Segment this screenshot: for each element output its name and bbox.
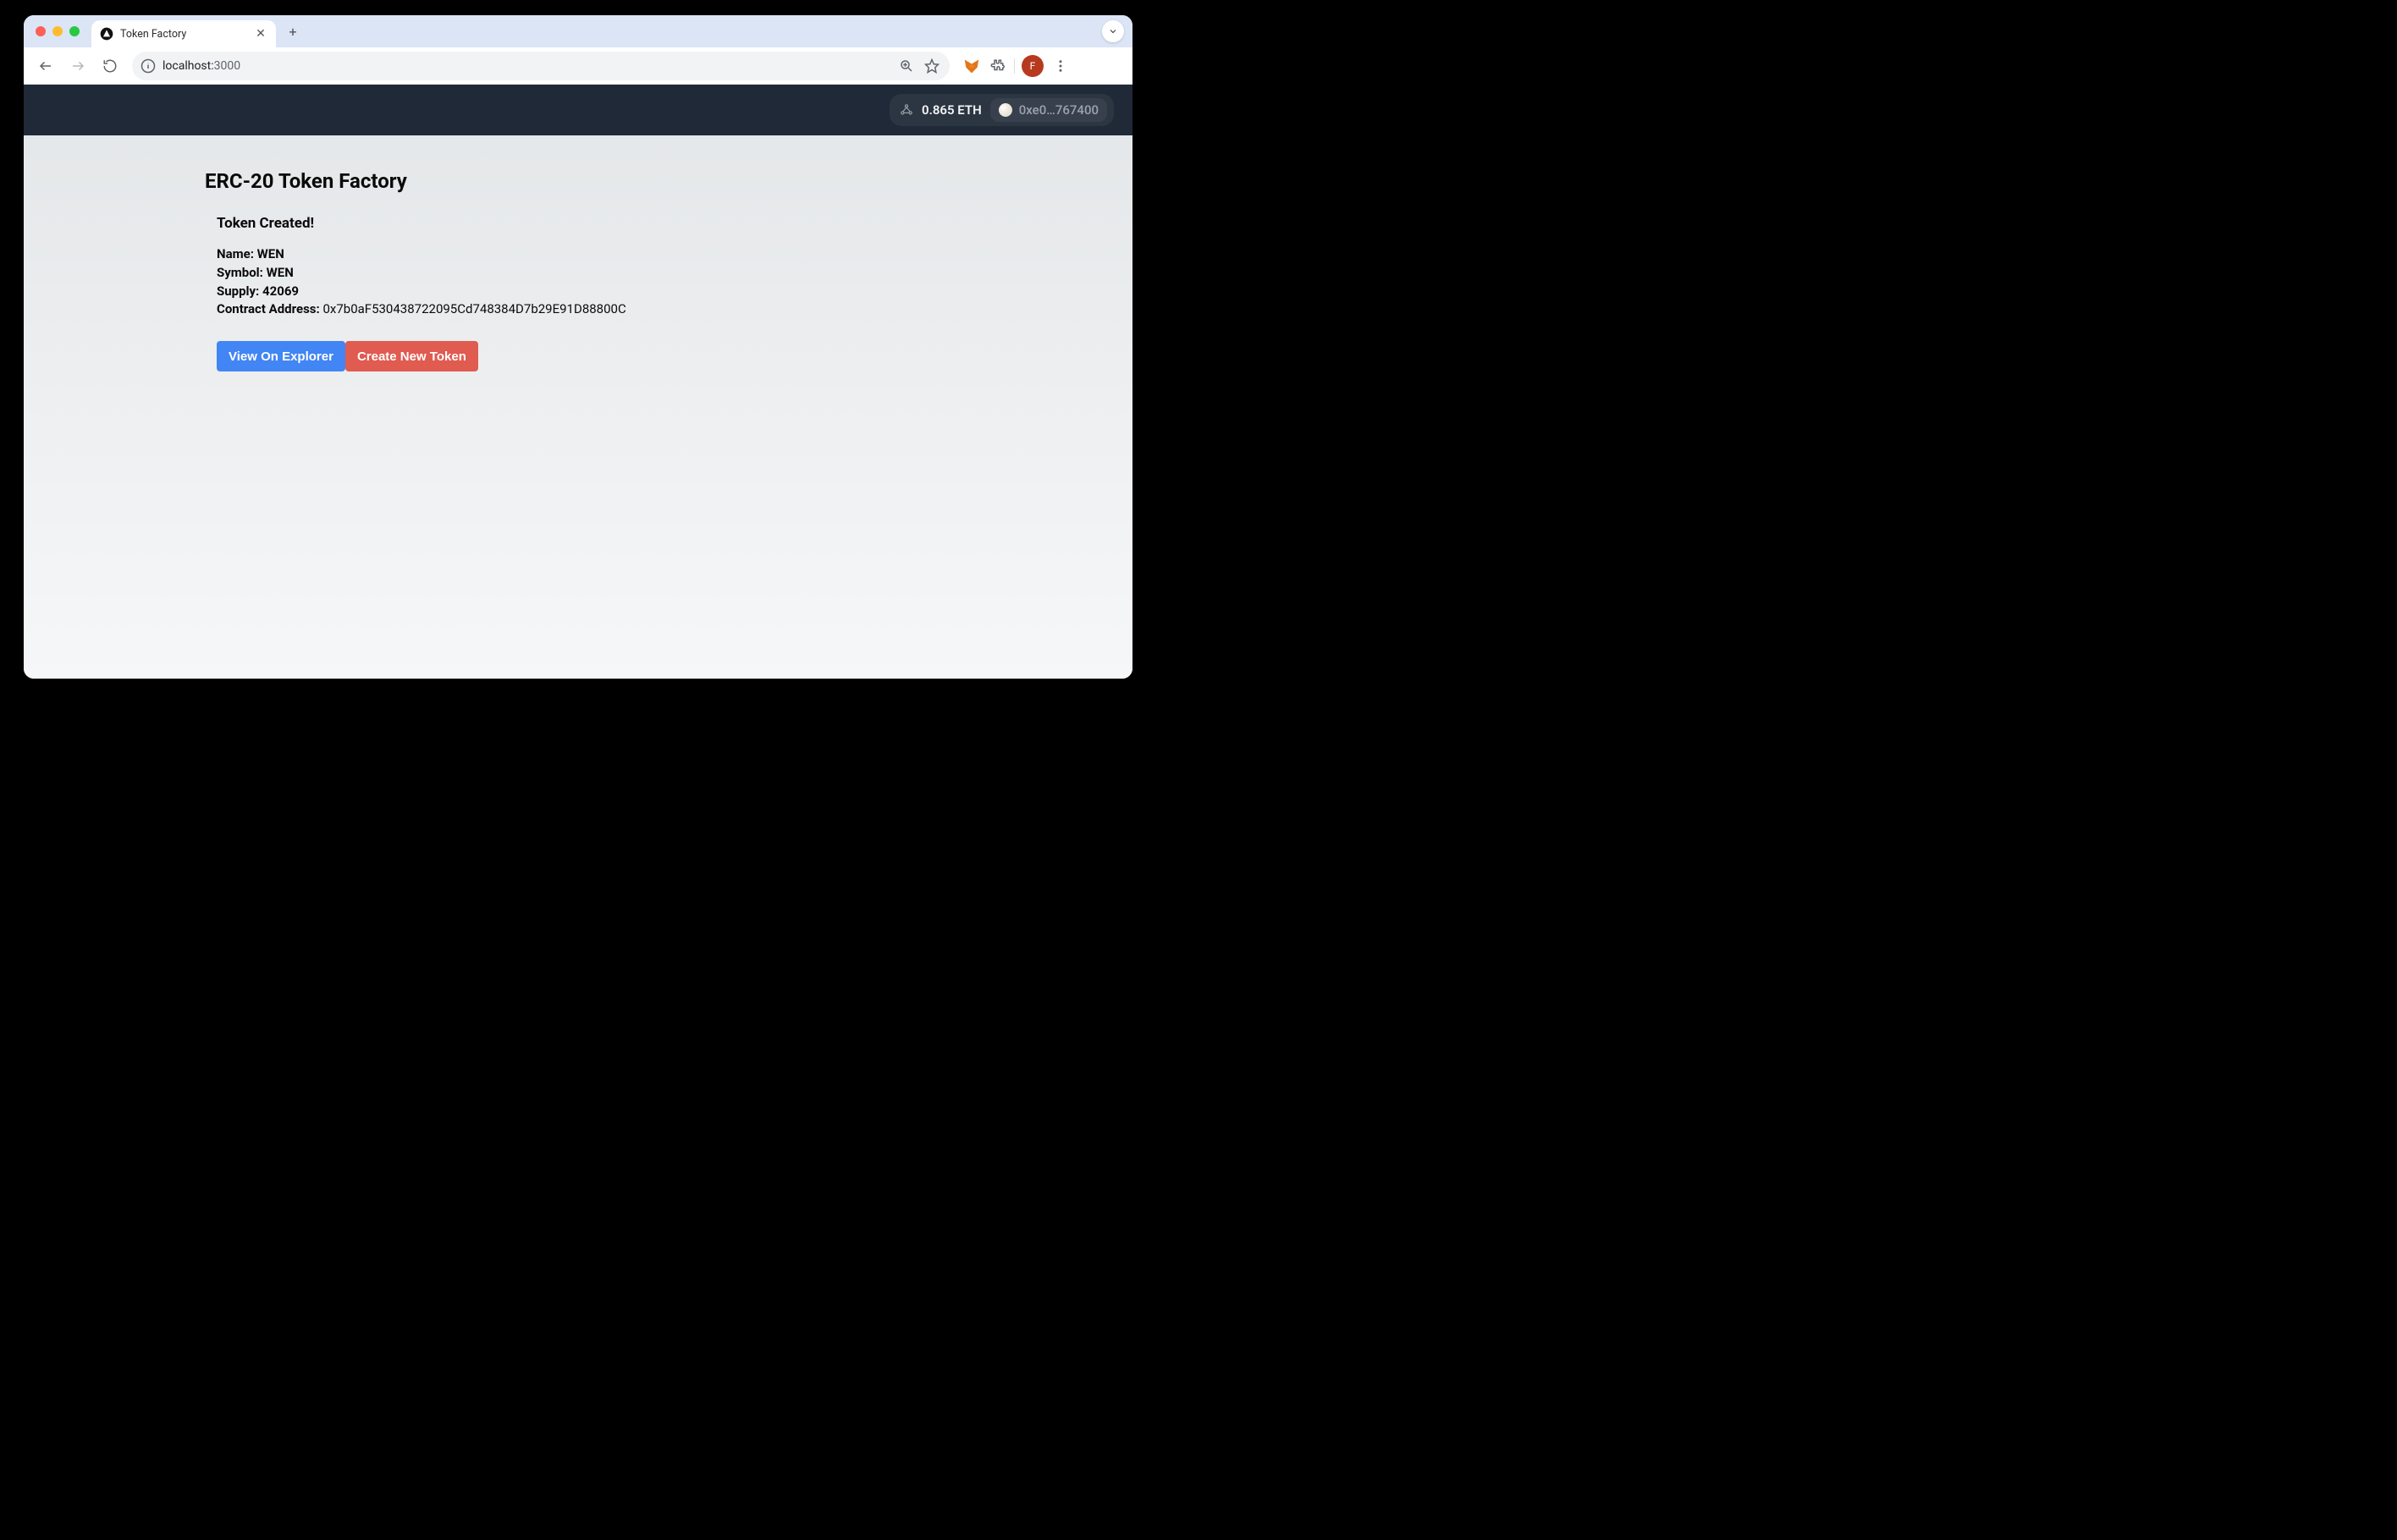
bookmark-icon[interactable] [923,57,941,75]
token-created-card: Token Created! Name: WEN Symbol: WEN Sup… [205,215,899,371]
kebab-menu-icon[interactable] [1050,56,1071,76]
browser-window: Token Factory ✕ + localhost:3000 [24,15,1132,679]
window-zoom-button[interactable] [69,26,80,36]
wallet-address: 0xe0…767400 [1019,102,1099,118]
wallet-connect-button[interactable]: 0.865 ETH 0xe0…767400 [890,94,1114,126]
url-host: localhost: [163,59,214,73]
token-contract-label: Contract Address: [217,301,320,316]
token-contract-value: 0x7b0aF530438722095Cd748384D7b29E91D8880… [322,301,625,316]
tab-title: Token Factory [120,28,247,41]
extensions-icon[interactable] [987,56,1007,76]
token-name-label: Name: [217,246,254,261]
tab-search-button[interactable] [1102,20,1124,42]
view-on-explorer-button[interactable]: View On Explorer [217,341,345,371]
wallet-balance: 0.865 ETH [922,102,982,118]
token-symbol-label: Symbol: [217,265,263,280]
network-icon [900,103,913,117]
dapp-header: 0.865 ETH 0xe0…767400 [24,85,1132,135]
url-text: localhost:3000 [163,59,240,73]
token-symbol-row: Symbol: WEN [217,264,899,283]
back-button[interactable] [32,52,59,80]
tab-bar: Token Factory ✕ + [24,15,1132,47]
browser-tab[interactable]: Token Factory ✕ [91,20,276,47]
token-name-row: Name: WEN [217,245,899,264]
zoom-icon[interactable] [897,57,916,75]
site-info-icon[interactable] [141,58,156,74]
new-tab-button[interactable]: + [281,19,305,43]
window-controls [36,26,80,36]
wallet-avatar-icon [999,103,1012,117]
token-supply-value: 42069 [262,283,299,299]
token-supply-label: Supply: [217,283,259,299]
create-new-token-button[interactable]: Create New Token [345,341,478,371]
main-container: ERC-20 Token Factory Token Created! Name… [205,169,899,371]
url-path: 3000 [214,59,240,73]
metamask-icon[interactable] [963,58,980,74]
browser-toolbar: localhost:3000 F [24,47,1132,85]
wallet-address-chip[interactable]: 0xe0…767400 [990,98,1107,122]
token-created-heading: Token Created! [217,215,899,232]
token-name-value: WEN [257,246,284,261]
profile-avatar[interactable]: F [1022,55,1044,77]
page-content: 0.865 ETH 0xe0…767400 ERC-20 Token Facto… [24,85,1132,679]
window-close-button[interactable] [36,26,46,36]
forward-button[interactable] [64,52,91,80]
extension-icons: F [963,55,1071,77]
toolbar-divider [1014,58,1015,74]
close-tab-icon[interactable]: ✕ [254,27,267,41]
tab-favicon [100,27,113,41]
window-minimize-button[interactable] [52,26,63,36]
page-body: ERC-20 Token Factory Token Created! Name… [24,135,1132,679]
address-bar[interactable]: localhost:3000 [132,52,950,80]
reload-button[interactable] [96,52,124,80]
token-symbol-value: WEN [267,265,294,280]
page-title: ERC-20 Token Factory [205,169,899,193]
token-contract-row: Contract Address: 0x7b0aF530438722095Cd7… [217,300,899,319]
token-supply-row: Supply: 42069 [217,283,899,301]
button-row: View On Explorer Create New Token [217,341,899,371]
